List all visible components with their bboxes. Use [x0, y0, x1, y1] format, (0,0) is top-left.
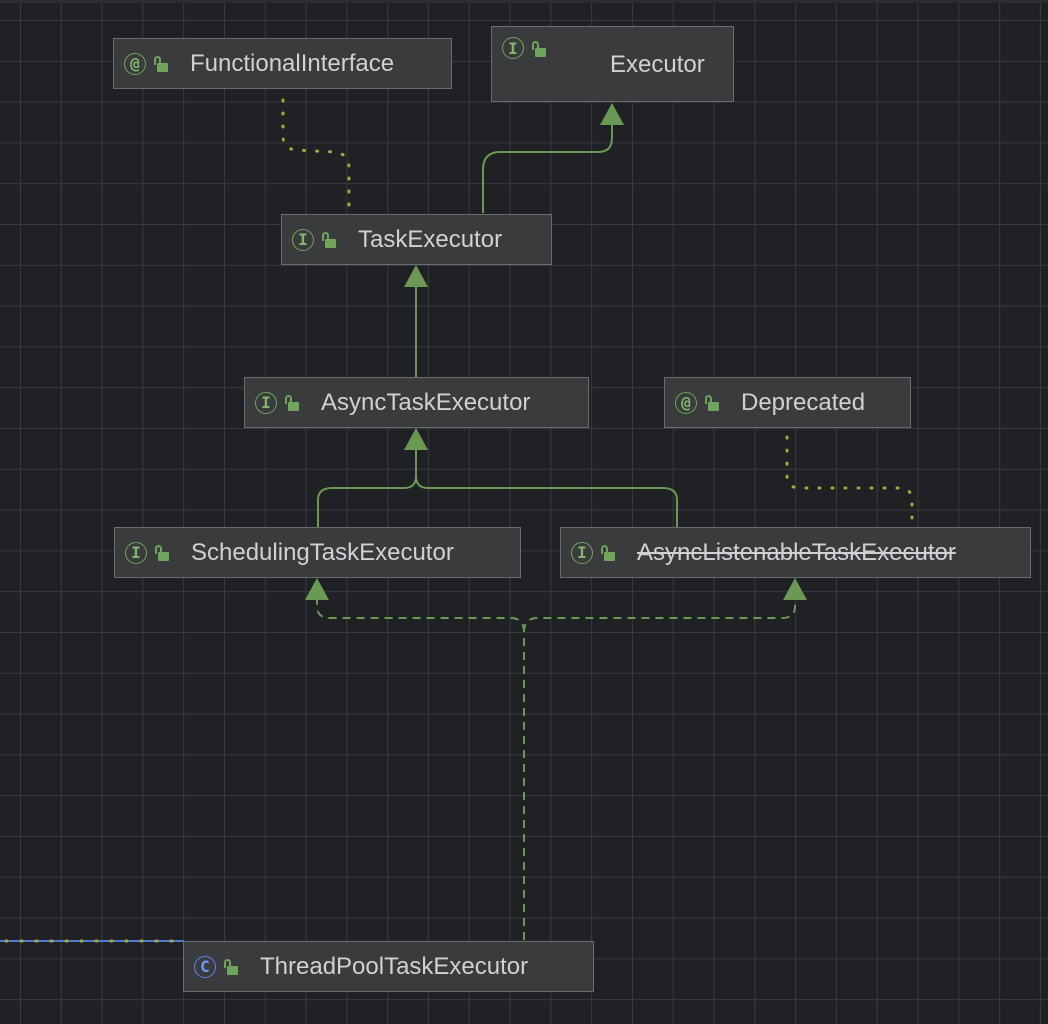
node-label: TaskExecutor — [358, 225, 503, 253]
node-task-executor[interactable]: I TaskExecutor — [281, 214, 552, 265]
arrowhead-executor — [600, 103, 624, 125]
node-label: Executor — [610, 51, 705, 78]
node-label: Deprecated — [741, 388, 866, 416]
public-visibility-icon — [705, 394, 721, 411]
public-visibility-icon — [285, 394, 301, 411]
edge-thread-pool-implements-trunk — [316, 600, 525, 940]
node-executor[interactable]: I Executor — [491, 26, 734, 102]
interface-icon: I — [125, 541, 147, 564]
node-label-deprecated: AsyncListenableTaskExecutor — [637, 538, 956, 566]
arrowhead-async-task-executor — [404, 428, 428, 450]
class-icon: C — [194, 955, 216, 978]
node-async-listenable-task-executor[interactable]: I AsyncListenableTaskExecutor — [560, 527, 1031, 578]
annotation-icon: @ — [124, 52, 146, 75]
node-label: FunctionalInterface — [190, 49, 395, 77]
edge-scheduling-to-async-task-executor — [317, 450, 417, 527]
diagram-edges — [0, 88, 914, 943]
edge-task-executor-to-functional-interface — [281, 88, 351, 207]
node-label: AsyncTaskExecutor — [321, 388, 531, 416]
edge-async-listenable-to-async-task-executor — [415, 475, 678, 527]
node-deprecated[interactable]: @ Deprecated — [664, 377, 911, 428]
public-visibility-icon — [224, 958, 240, 975]
annotation-icon: @ — [675, 391, 697, 414]
public-visibility-icon — [154, 55, 170, 72]
node-async-task-executor[interactable]: I AsyncTaskExecutor — [244, 377, 589, 428]
node-scheduling-task-executor[interactable]: I SchedulingTaskExecutor — [114, 527, 521, 578]
node-functional-interface[interactable]: @ FunctionalInterface — [113, 38, 452, 89]
arrowhead-scheduling-task-executor — [305, 578, 329, 600]
interface-icon: I — [255, 391, 277, 414]
public-visibility-icon — [155, 544, 171, 561]
public-visibility-icon — [322, 231, 338, 248]
public-visibility-icon — [532, 41, 548, 57]
arrowhead-task-executor — [404, 265, 428, 287]
edge-async-listenable-to-deprecated — [785, 428, 914, 520]
node-thread-pool-task-executor[interactable]: C ThreadPoolTaskExecutor — [183, 941, 594, 992]
edge-thread-pool-implements-right — [523, 600, 796, 633]
interface-icon: I — [292, 228, 314, 251]
public-visibility-icon — [601, 544, 617, 561]
edge-task-executor-to-executor — [482, 125, 613, 213]
interface-icon: I — [571, 541, 593, 564]
node-label: SchedulingTaskExecutor — [191, 538, 454, 566]
node-label: ThreadPoolTaskExecutor — [260, 952, 529, 980]
interface-icon: I — [502, 37, 524, 59]
arrowhead-async-listenable-task-executor — [783, 578, 807, 600]
